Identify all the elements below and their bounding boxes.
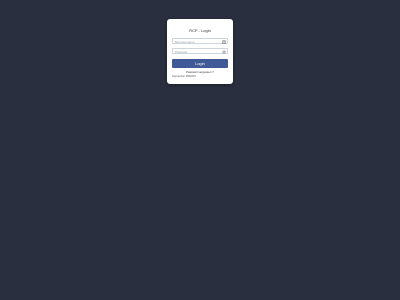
- id-card-icon: [221, 40, 226, 44]
- login-title: RCP - Login: [189, 28, 211, 33]
- password-input[interactable]: [175, 49, 219, 54]
- username-input[interactable]: [175, 39, 219, 44]
- forgot-password-link[interactable]: Passwort vergessen ?: [167, 71, 233, 74]
- login-button[interactable]: Login: [172, 59, 228, 68]
- login-page: RCP - Login Login Passwo: [0, 0, 400, 300]
- login-card: RCP - Login Login Passwo: [167, 19, 233, 84]
- password-field[interactable]: [172, 48, 228, 54]
- gear-icon: [221, 50, 226, 54]
- app-version: Appversion 4560470: [172, 75, 196, 78]
- username-field[interactable]: [172, 38, 228, 44]
